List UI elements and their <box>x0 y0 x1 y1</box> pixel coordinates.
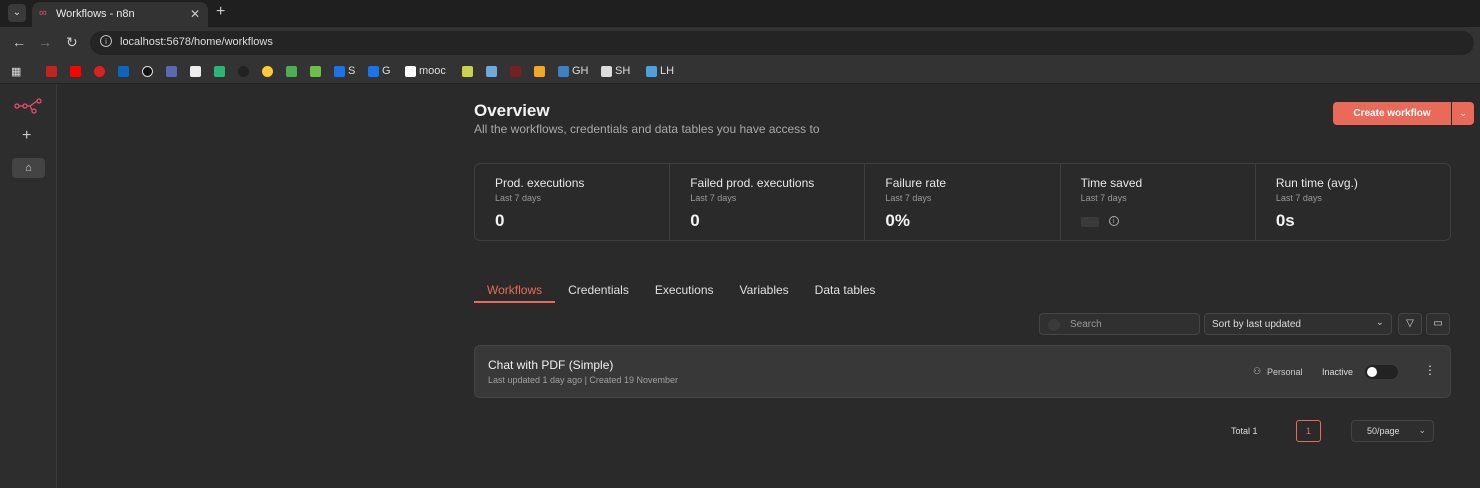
stat-value: 0 <box>690 211 700 230</box>
n8n-logo-icon[interactable] <box>14 98 42 114</box>
tab-search-button[interactable]: ⌄ <box>8 4 26 22</box>
bookmark-s[interactable]: S <box>334 64 355 78</box>
workflow-name[interactable]: Chat with PDF (Simple) <box>488 358 613 372</box>
address-bar[interactable]: i localhost:5678/home/workflows <box>90 31 1474 55</box>
bookmark-gh[interactable]: GH <box>558 64 589 78</box>
bookmarks-bar: ▦ S G mooc GH SH LH <box>0 59 1480 84</box>
page-size-select[interactable]: 50/page ⌄ <box>1351 420 1434 442</box>
stat-label: Time saved <box>1080 176 1143 190</box>
add-icon[interactable]: + <box>22 127 31 145</box>
browser-tab[interactable]: ∞ Workflows - n8n ✕ <box>32 2 208 27</box>
bookmark-linkedin-icon[interactable] <box>118 64 129 78</box>
bookmark-lh[interactable]: LH <box>646 64 674 78</box>
bookmark-leaf-icon[interactable] <box>286 64 297 78</box>
tab-executions[interactable]: Executions <box>642 281 727 303</box>
bookmark-notion-icon[interactable] <box>190 64 201 78</box>
stat-value-placeholder <box>1080 217 1099 227</box>
info-icon[interactable]: i <box>1108 216 1119 226</box>
browser-tab-strip: ⌄ ∞ Workflows - n8n ✕ + <box>0 0 1480 27</box>
workflow-status: Inactive <box>1322 367 1354 377</box>
bookmark-gmail-icon[interactable] <box>46 64 57 78</box>
workflow-card[interactable]: Chat with PDF (Simple) Last updated 1 da… <box>474 345 1451 398</box>
workflow-created: Created 19 November <box>589 375 678 385</box>
active-toggle[interactable] <box>1365 365 1398 379</box>
page-button[interactable]: 1 <box>1296 420 1321 442</box>
stat-period: Last 7 days <box>495 193 542 203</box>
apps-grid-icon[interactable]: ▦ <box>11 64 21 78</box>
url-text: localhost:5678/home/workflows <box>120 36 273 48</box>
bookmark-mooc[interactable]: mooc <box>405 64 446 78</box>
reload-icon[interactable]: ↻ <box>66 34 78 51</box>
stat-period: Last 7 days <box>1080 193 1127 203</box>
back-icon[interactable]: ← <box>12 34 26 50</box>
bookmark-music-icon[interactable] <box>94 64 105 78</box>
project-tabs: Workflows Credentials Executions Variabl… <box>474 281 888 303</box>
chevron-down-icon: ⌄ <box>1375 317 1384 328</box>
tab-workflows[interactable]: Workflows <box>474 281 556 303</box>
tab-variables[interactable]: Variables <box>727 281 802 303</box>
stat-label: Run time (avg.) <box>1275 176 1358 190</box>
page-size-value: 50/page <box>1367 426 1400 436</box>
browser-toolbar: ← → ↻ i localhost:5678/home/workflows <box>0 27 1480 59</box>
stat-label: Prod. executions <box>495 176 585 190</box>
stat-time-saved[interactable]: Time saved Last 7 days i <box>1061 164 1256 240</box>
bookmark-app-icon[interactable] <box>510 64 521 78</box>
bookmark-app-icon[interactable] <box>166 64 177 78</box>
stat-prod-executions[interactable]: Prod. executions Last 7 days 0 <box>475 164 671 240</box>
search-placeholder: Search <box>1070 319 1102 330</box>
bookmark-app-icon[interactable] <box>142 64 153 78</box>
chevron-down-icon: ⌄ <box>1418 425 1426 435</box>
stat-value: 0% <box>885 211 910 230</box>
stat-run-time[interactable]: Run time (avg.) Last 7 days 0s <box>1256 164 1450 240</box>
stat-period: Last 7 days <box>1275 193 1322 203</box>
page-subtitle: All the workflows, credentials and data … <box>474 122 820 136</box>
workflow-owner: Personal <box>1267 367 1303 377</box>
app-sidebar: + ⌂ <box>0 84 57 488</box>
bookmark-app-icon[interactable] <box>486 64 497 78</box>
search-icon <box>1048 319 1060 331</box>
create-workflow-button[interactable]: Create workflow <box>1333 102 1451 125</box>
workflow-updated: Last updated 1 day ago <box>488 375 583 385</box>
sort-value: Sort by last updated <box>1212 319 1301 330</box>
site-info-icon[interactable]: i <box>100 35 112 47</box>
sort-select[interactable]: Sort by last updated ⌄ <box>1204 313 1392 335</box>
bookmark-app-icon[interactable] <box>534 64 545 78</box>
tab-credentials[interactable]: Credentials <box>555 281 642 303</box>
bookmark-app-icon[interactable] <box>462 64 473 78</box>
forward-icon[interactable]: → <box>38 34 52 50</box>
stat-failed-executions[interactable]: Failed prod. executions Last 7 days 0 <box>670 164 866 240</box>
bookmark-app-icon[interactable] <box>214 64 225 78</box>
page-title: Overview <box>474 101 550 120</box>
stat-period: Last 7 days <box>690 193 737 203</box>
more-options-icon[interactable]: ⋮ <box>1424 363 1436 377</box>
stat-label: Failure rate <box>885 176 947 190</box>
workflow-meta: Last updated 1 day ago | Created 19 Nove… <box>488 375 678 385</box>
filter-icon[interactable]: ▽ <box>1398 313 1422 335</box>
bookmark-youtube-icon[interactable] <box>70 64 81 78</box>
folder-icon[interactable]: ▭ <box>1426 313 1450 335</box>
tab-title: Workflows - n8n <box>56 8 135 20</box>
bookmark-leaf-icon[interactable] <box>310 64 321 78</box>
toggle-knob <box>1367 367 1377 377</box>
search-input[interactable]: Search <box>1039 313 1200 335</box>
n8n-favicon-icon: ∞ <box>39 7 47 19</box>
pagination-total: Total 1 <box>1231 426 1258 436</box>
insights-summary: Prod. executions Last 7 days 0 Failed pr… <box>474 163 1451 241</box>
chevron-down-icon[interactable]: ⌄ <box>1452 102 1474 125</box>
home-icon[interactable]: ⌂ <box>12 158 45 178</box>
stat-label: Failed prod. executions <box>690 176 815 190</box>
bookmark-github-icon[interactable] <box>238 64 249 78</box>
stat-value: 0 <box>495 211 505 230</box>
tab-data-tables[interactable]: Data tables <box>802 281 889 303</box>
close-icon[interactable]: ✕ <box>190 7 200 21</box>
new-tab-button[interactable]: + <box>216 3 225 21</box>
stat-failure-rate[interactable]: Failure rate Last 7 days 0% <box>865 164 1061 240</box>
stat-period: Last 7 days <box>885 193 932 203</box>
bookmark-huggingface-icon[interactable] <box>262 64 273 78</box>
stat-value: 0s <box>1275 211 1295 230</box>
user-icon: ⚇ <box>1253 366 1262 376</box>
bookmark-g[interactable]: G <box>368 64 391 78</box>
bookmark-sh[interactable]: SH <box>601 64 630 78</box>
main-content: Overview All the workflows, credentials … <box>58 84 1480 488</box>
